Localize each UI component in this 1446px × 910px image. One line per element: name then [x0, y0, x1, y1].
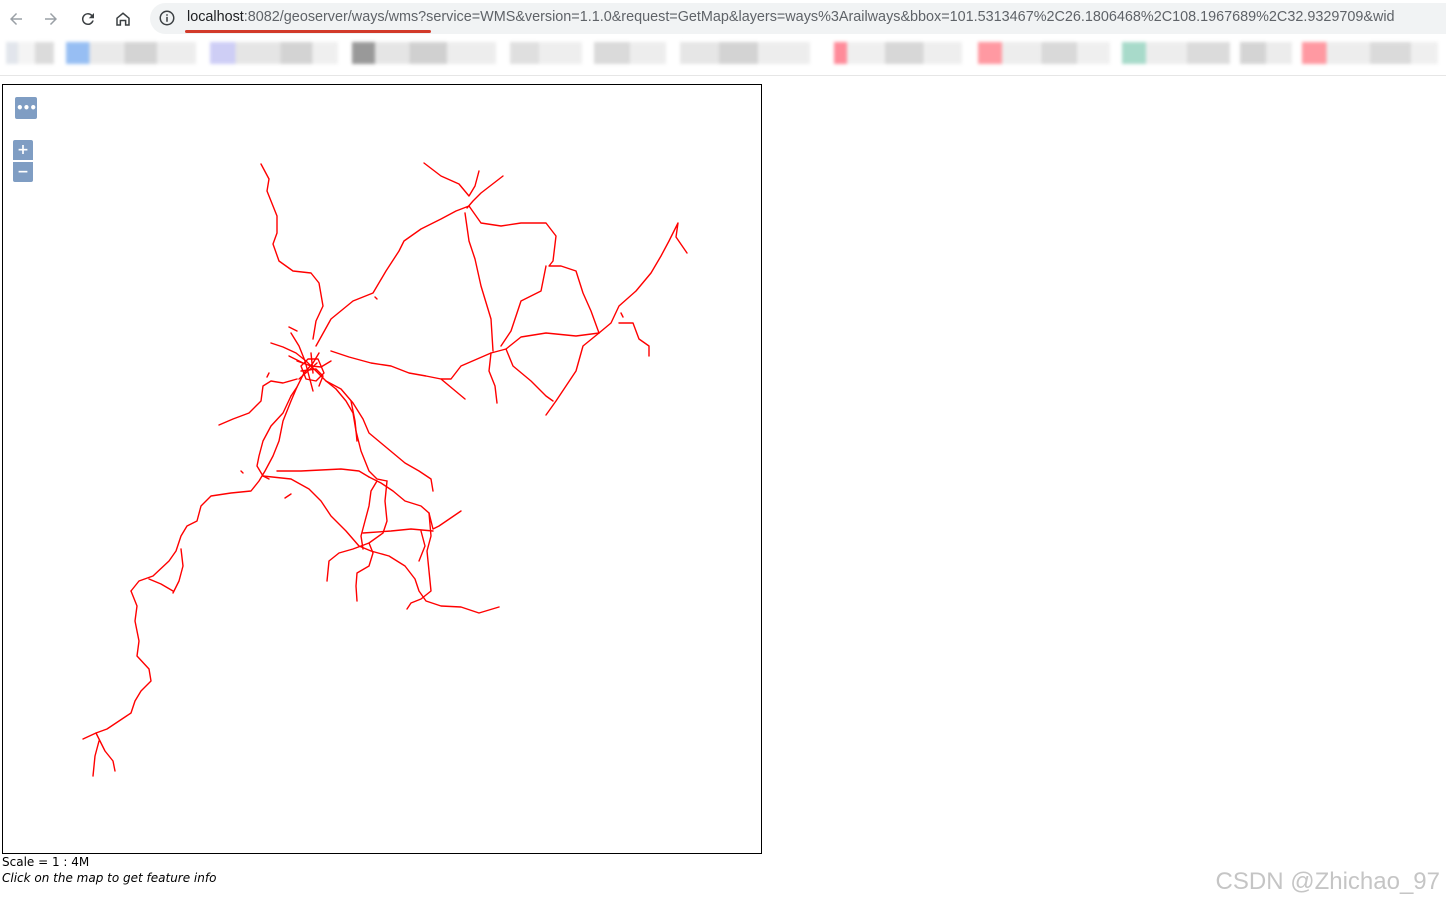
bookmark-item[interactable] — [352, 42, 496, 64]
arrow-left-icon — [10, 13, 22, 25]
layer-switcher-toggle[interactable]: ••• — [15, 97, 37, 119]
rail-line — [330, 332, 600, 380]
map-feature-info-hint: Click on the map to get feature info — [2, 871, 217, 885]
rail-line — [488, 352, 498, 404]
rail-line — [335, 388, 388, 482]
zoom-out-button[interactable]: − — [13, 162, 33, 182]
home-icon — [116, 12, 130, 26]
rail-line — [545, 332, 600, 416]
rail-line — [355, 542, 374, 602]
url-highlight-underline — [185, 30, 431, 33]
rail-line — [418, 530, 426, 562]
bookmark-item[interactable] — [510, 42, 582, 64]
rail-line — [368, 476, 462, 530]
rail-line — [618, 322, 650, 357]
arrow-right-icon — [45, 13, 57, 25]
rail-line — [466, 175, 504, 209]
railways-layer[interactable] — [3, 85, 761, 853]
rail-line — [256, 395, 292, 480]
map-scale-readout: Scale = 1 : 4M — [2, 855, 90, 869]
bookmark-item[interactable] — [1302, 42, 1438, 64]
forward-button[interactable] — [38, 6, 64, 32]
rail-line — [240, 296, 624, 499]
url-text[interactable]: localhost:8082/geoserver/ways/wms?servic… — [187, 9, 1395, 25]
rail-line — [262, 475, 500, 614]
map-viewport[interactable]: ••• + − — [2, 84, 762, 854]
rail-line — [172, 548, 184, 594]
bookmark-item[interactable] — [594, 42, 666, 64]
url-path: :8082/geoserver/ways/wms?service=WMS&ver… — [243, 9, 1395, 25]
rail-line — [130, 386, 298, 592]
zoom-in-button[interactable]: + — [13, 140, 33, 160]
rail-line — [598, 222, 688, 334]
csdn-watermark: CSDN @Zhichao_97 — [1215, 868, 1440, 895]
bookmark-item[interactable] — [978, 42, 1110, 64]
bookmark-item[interactable] — [680, 42, 810, 64]
rail-line — [440, 378, 466, 400]
back-button[interactable] — [3, 6, 29, 32]
rail-line — [95, 732, 116, 772]
rail-line — [423, 162, 480, 197]
bookmarks-bar — [0, 38, 1446, 76]
bookmark-item[interactable] — [1240, 42, 1292, 64]
info-icon[interactable] — [158, 9, 176, 27]
bookmark-item[interactable] — [66, 42, 196, 64]
bookmark-item[interactable] — [6, 42, 54, 64]
rail-line — [464, 212, 494, 352]
reload-button[interactable] — [75, 6, 101, 32]
reload-icon — [81, 13, 94, 26]
rail-line — [315, 205, 470, 347]
home-button[interactable] — [110, 6, 136, 32]
bookmark-item[interactable] — [1122, 42, 1230, 64]
rail-line — [218, 378, 298, 426]
rail-line — [326, 480, 388, 582]
rail-line — [468, 205, 600, 334]
rail-line — [362, 528, 434, 534]
bookmark-item[interactable] — [210, 42, 338, 64]
rail-line — [325, 380, 434, 492]
rail-line — [82, 590, 152, 740]
rail-line — [92, 740, 100, 777]
browser-toolbar: localhost:8082/geoserver/ways/wms?servic… — [0, 0, 1446, 38]
rail-line — [148, 578, 174, 592]
rail-line — [505, 348, 554, 402]
url-host: localhost — [187, 9, 244, 25]
rail-line — [276, 468, 370, 478]
bookmark-item[interactable] — [834, 42, 962, 64]
rail-line — [260, 163, 324, 340]
